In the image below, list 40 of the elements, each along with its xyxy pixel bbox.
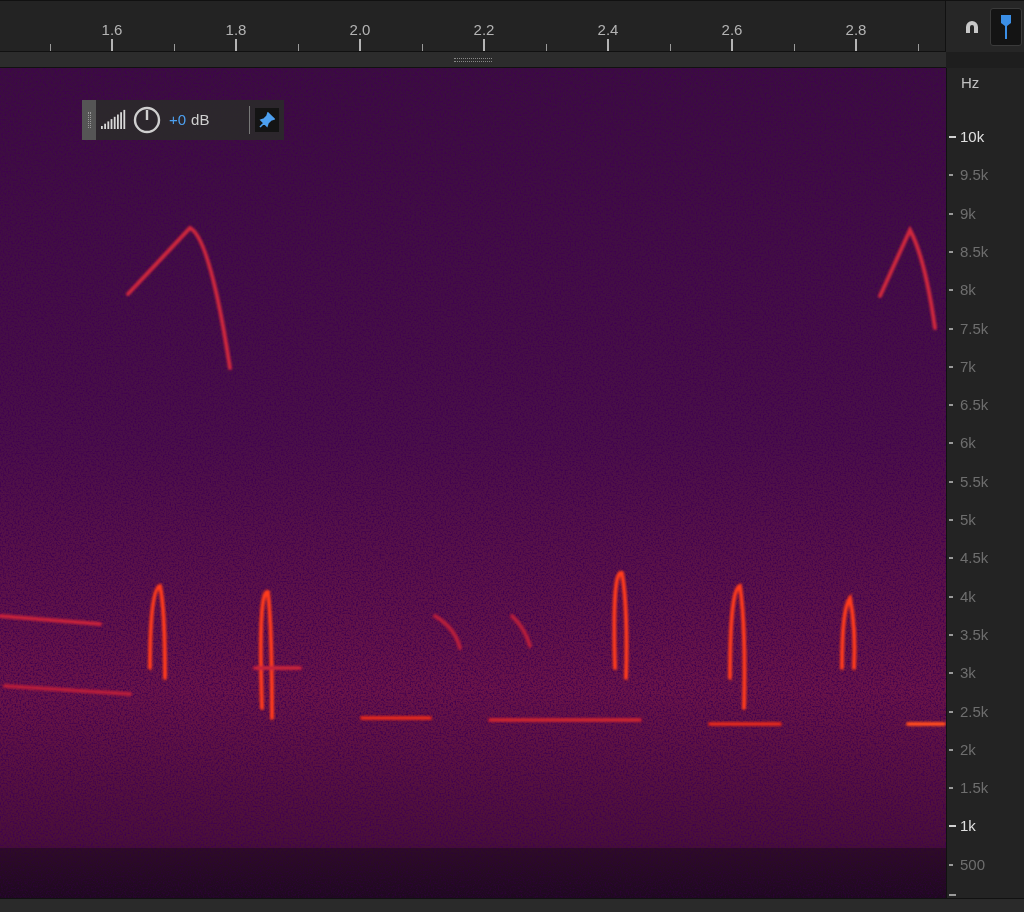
- time-label: 2.6: [721, 20, 743, 40]
- frequency-label: 10k: [960, 129, 985, 144]
- time-label: 2.2: [473, 20, 495, 40]
- frequency-label: 4k: [960, 588, 976, 604]
- frequency-label: 1.5k: [960, 780, 989, 796]
- pin-button[interactable]: [255, 108, 279, 132]
- frequency-label: 3k: [960, 665, 976, 681]
- frequency-label: 4.5k: [960, 550, 989, 566]
- frequency-label: 9.5k: [960, 167, 989, 183]
- time-label: 1.6: [101, 20, 123, 40]
- time-ruler[interactable]: 1.6 1.8 2.0 2.2 2.4 2.6 2.8: [0, 1, 946, 52]
- time-label: 2.0: [349, 20, 371, 40]
- time-label: 2.4: [597, 20, 619, 40]
- frequency-label: 5.5k: [960, 473, 989, 489]
- pin-icon: [259, 112, 275, 128]
- frequency-label: 6.5k: [960, 397, 989, 413]
- drag-grip[interactable]: [82, 100, 96, 140]
- frequency-label: 8k: [960, 282, 976, 298]
- frequency-label: 3.5k: [960, 626, 989, 642]
- time-label: 2.8: [845, 20, 867, 40]
- marker-button[interactable]: [990, 7, 1022, 46]
- frequency-label: 1k: [960, 818, 976, 834]
- axis-unit: Hz: [961, 73, 980, 93]
- frequency-label: 7.5k: [960, 320, 989, 336]
- frequency-label: 2k: [960, 741, 976, 757]
- frequency-label: 6k: [960, 435, 976, 451]
- gain-unit: dB: [191, 109, 210, 130]
- frequency-label: 2.5k: [960, 703, 989, 719]
- frequency-label: 9k: [960, 205, 976, 221]
- time-label: 1.8: [225, 20, 247, 40]
- gain-value[interactable]: +0: [169, 108, 187, 132]
- frequency-label: 7k: [960, 358, 976, 374]
- frequency-label: 5k: [960, 512, 976, 527]
- resize-handle[interactable]: [454, 57, 492, 62]
- frequency-label: 8.5k: [960, 243, 989, 259]
- volume-bars-icon: [101, 109, 127, 131]
- power-knob-icon[interactable]: [133, 106, 161, 134]
- horizontal-scrollbar[interactable]: [0, 898, 1024, 912]
- frequency-label: 500: [960, 856, 986, 872]
- marker-icon: [999, 13, 1013, 40]
